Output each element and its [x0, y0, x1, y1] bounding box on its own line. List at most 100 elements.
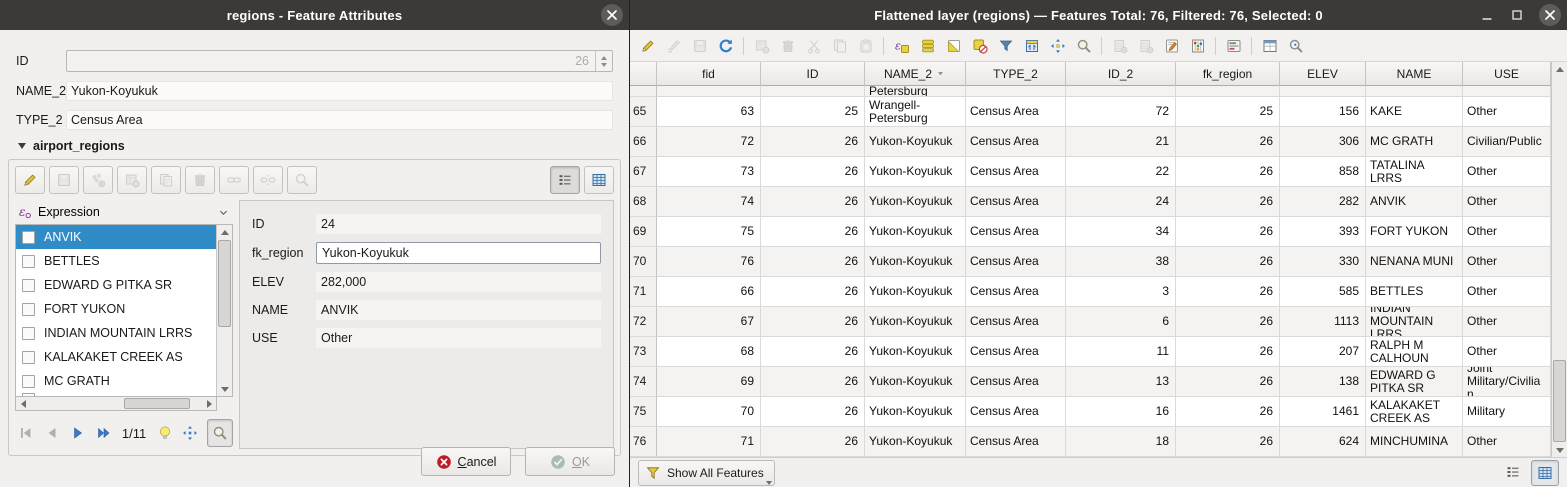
cell-ELEV[interactable]: 585 — [1280, 277, 1366, 307]
cell-fk_region[interactable]: 26 — [1176, 157, 1280, 187]
cell-fid[interactable]: 72 — [657, 127, 761, 157]
row-number[interactable]: 69 — [630, 217, 657, 247]
cell-NAME_2[interactable]: Yukon-Koyukuk — [865, 187, 966, 217]
toggle-editing-button[interactable] — [635, 33, 660, 59]
cell-USE[interactable]: Other — [1463, 97, 1551, 127]
row-number[interactable]: 71 — [630, 277, 657, 307]
row-number[interactable] — [630, 86, 657, 97]
list-item[interactable]: EDWARD G PITKA SR — [16, 273, 216, 297]
scrollbar-thumb[interactable] — [1553, 360, 1566, 442]
cell-ID_2[interactable]: 21 — [1066, 127, 1176, 157]
column-header-fid[interactable]: fid — [657, 62, 761, 86]
cell-NAME[interactable]: ANVIK — [1366, 187, 1463, 217]
window-titlebar[interactable]: Flattened layer (regions) — Features Tot… — [630, 0, 1567, 30]
list-item[interactable]: ANVIK — [16, 225, 216, 249]
list-item[interactable]: KALAKAKET CREEK AS — [16, 345, 216, 369]
cell-fid[interactable]: 63 — [657, 97, 761, 127]
type2-field[interactable]: Census Area — [66, 110, 613, 130]
cell-NAME_2[interactable]: Yukon-Koyukuk — [865, 157, 966, 187]
cell-NAME[interactable]: RALPH M CALHOUN — [1366, 337, 1463, 367]
cell-NAME_2[interactable]: Yukon-Koyukuk — [865, 367, 966, 397]
cell-ID[interactable]: 26 — [761, 217, 865, 247]
expression-combo[interactable]: ε Expression — [15, 200, 233, 224]
cell-fid[interactable]: 67 — [657, 307, 761, 337]
row-number[interactable]: 76 — [630, 427, 657, 457]
list-item[interactable]: INDIAN MOUNTAIN LRRS — [16, 321, 216, 345]
pan-to-selection-button[interactable] — [1045, 33, 1070, 59]
nav-last-button[interactable] — [94, 422, 113, 444]
cell-NAME[interactable]: FORT YUKON — [1366, 217, 1463, 247]
cell-fk_region[interactable]: 26 — [1176, 427, 1280, 457]
row-number[interactable]: 65 — [630, 97, 657, 127]
table-corner-cell[interactable] — [630, 62, 657, 86]
cell-ID[interactable]: 26 — [761, 247, 865, 277]
table-view-button[interactable] — [584, 166, 614, 194]
cell-USE[interactable] — [1463, 86, 1551, 97]
deselect-all-button[interactable] — [967, 33, 992, 59]
ok-button[interactable]: OK — [525, 447, 615, 476]
move-selection-top-button[interactable] — [1019, 33, 1044, 59]
column-header-ID[interactable]: ID — [761, 62, 865, 86]
dialog-titlebar[interactable]: regions - Feature Attributes — [0, 0, 629, 30]
cell-ID[interactable]: 26 — [761, 397, 865, 427]
cell-ID_2[interactable] — [1066, 86, 1176, 97]
cell-ID_2[interactable]: 22 — [1066, 157, 1176, 187]
cell-fk_region[interactable]: 26 — [1176, 187, 1280, 217]
checkbox[interactable] — [22, 375, 35, 388]
detail-field-NAME[interactable]: ANVIK — [316, 300, 601, 320]
docked-view-button[interactable] — [1221, 33, 1246, 59]
select-all-button[interactable] — [915, 33, 940, 59]
cell-ELEV[interactable]: 1113 — [1280, 307, 1366, 337]
cell-NAME_2[interactable]: Yukon-Koyukuk — [865, 247, 966, 277]
cell-NAME_2[interactable]: Yukon-Koyukuk — [865, 427, 966, 457]
cell-ELEV[interactable]: 1461 — [1280, 397, 1366, 427]
row-number[interactable]: 72 — [630, 307, 657, 337]
cell-ID[interactable] — [761, 86, 865, 97]
cell-ELEV[interactable]: 207 — [1280, 337, 1366, 367]
zoom-to-feature-nav-button[interactable] — [207, 419, 233, 447]
cell-USE[interactable]: Other — [1463, 307, 1551, 337]
cell-fk_region[interactable]: 26 — [1176, 397, 1280, 427]
cell-NAME[interactable]: KALAKAKET CREEK AS — [1366, 397, 1463, 427]
cell-USE[interactable]: Other — [1463, 247, 1551, 277]
cell-fid[interactable]: 71 — [657, 427, 761, 457]
cancel-button[interactable]: Cancel — [421, 447, 511, 476]
close-button[interactable] — [601, 4, 623, 26]
scroll-up-arrow[interactable] — [1552, 62, 1567, 76]
list-item[interactable]: FORT YUKON — [16, 297, 216, 321]
invert-selection-button[interactable] — [941, 33, 966, 59]
cell-TYPE_2[interactable]: Census Area — [966, 277, 1066, 307]
row-number[interactable]: 73 — [630, 337, 657, 367]
cell-fk_region[interactable]: 26 — [1176, 337, 1280, 367]
cell-ID[interactable]: 26 — [761, 157, 865, 187]
detail-input-fk_region[interactable] — [316, 242, 601, 264]
cell-fid[interactable]: 69 — [657, 367, 761, 397]
row-number[interactable]: 70 — [630, 247, 657, 277]
table-vertical-scrollbar[interactable] — [1551, 62, 1567, 457]
scroll-down-arrow[interactable] — [217, 382, 232, 396]
cell-USE[interactable]: Other — [1463, 337, 1551, 367]
column-header-TYPE_2[interactable]: TYPE_2 — [966, 62, 1066, 86]
cell-fk_region[interactable]: 26 — [1176, 217, 1280, 247]
cell-ID[interactable]: 26 — [761, 187, 865, 217]
cell-ID_2[interactable]: 18 — [1066, 427, 1176, 457]
cell-NAME[interactable] — [1366, 86, 1463, 97]
cell-USE[interactable]: Military — [1463, 397, 1551, 427]
maximize-button[interactable] — [1509, 4, 1525, 26]
cell-NAME[interactable]: EDWARD G PITKA SR — [1366, 367, 1463, 397]
row-number[interactable]: 66 — [630, 127, 657, 157]
checkbox[interactable] — [22, 231, 35, 244]
scroll-up-arrow[interactable] — [217, 225, 232, 239]
column-header-ID_2[interactable]: ID_2 — [1066, 62, 1176, 86]
cell-NAME_2[interactable]: Yukon-Koyukuk — [865, 277, 966, 307]
id-spinbox[interactable]: 26 — [66, 50, 613, 72]
table-view-button[interactable] — [1531, 460, 1559, 486]
show-all-features-button[interactable]: Show All Features — [638, 460, 775, 486]
name2-field[interactable]: Yukon-Koyukuk — [66, 81, 613, 101]
cell-NAME_2[interactable]: Yukon-Koyukuk — [865, 307, 966, 337]
cell-ID_2[interactable]: 38 — [1066, 247, 1176, 277]
cell-fid[interactable]: 68 — [657, 337, 761, 367]
cell-TYPE_2[interactable]: Census Area — [966, 217, 1066, 247]
column-header-NAME_2[interactable]: NAME_2 — [865, 62, 966, 86]
form-view-button[interactable] — [1500, 460, 1526, 484]
